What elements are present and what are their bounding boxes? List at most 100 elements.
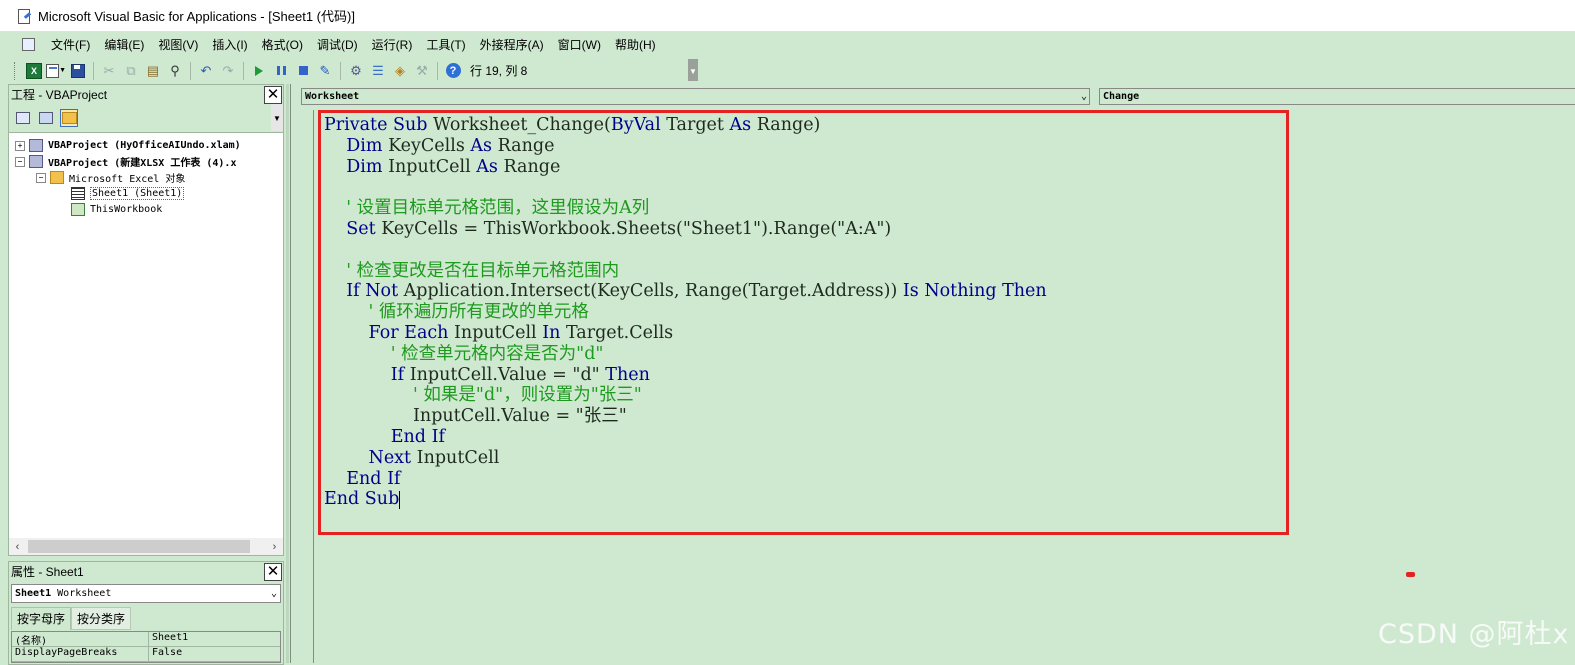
object-browser-icon[interactable]: ◈ xyxy=(390,61,410,81)
scroll-down-icon[interactable]: ▼ xyxy=(271,104,283,131)
code-line[interactable]: ' 检查单元格内容是否为"d" xyxy=(324,344,1284,365)
run-icon[interactable] xyxy=(249,61,269,81)
code-line[interactable]: Set KeyCells = ThisWorkbook.Sheets("Shee… xyxy=(324,219,1284,240)
horizontal-scrollbar[interactable]: ‹ › xyxy=(9,538,283,555)
property-row[interactable]: DisplayPageBreaks False xyxy=(12,647,280,662)
tree-node-project-workbook[interactable]: − VBAProject (新建XLSX 工作表 (4).x xyxy=(15,154,236,169)
code-window-system-icon[interactable] xyxy=(20,36,38,52)
find-icon[interactable]: ⚲ xyxy=(165,61,185,81)
scrollbar-thumb[interactable] xyxy=(28,540,250,553)
menu-edit[interactable]: 编辑(E) xyxy=(97,36,151,53)
vba-project-icon xyxy=(29,155,43,168)
code-line[interactable]: End If xyxy=(324,427,1284,448)
code-keyword: For Each xyxy=(368,322,455,343)
collapse-icon[interactable]: − xyxy=(15,156,25,167)
toolbar-separator xyxy=(93,61,94,80)
property-row[interactable]: (名称) Sheet1 xyxy=(12,632,280,647)
chevron-down-icon[interactable]: ⌄ xyxy=(271,588,277,599)
help-icon[interactable]: ? xyxy=(443,61,463,81)
properties-icon[interactable]: ☰ xyxy=(368,61,388,81)
close-icon[interactable]: ✕ xyxy=(264,85,282,104)
project-explorer-title: 工程 - VBAProject xyxy=(11,88,108,102)
margin-indicator-bar[interactable] xyxy=(291,110,314,663)
code-line[interactable]: If Not Application.Intersect(KeyCells, R… xyxy=(324,281,1284,302)
object-selector[interactable]: Sheet1 Worksheet ⌄ xyxy=(11,584,281,603)
code-line[interactable]: If InputCell.Value = "d" Then xyxy=(324,365,1284,386)
tree-node-sheet1[interactable]: Sheet1 (Sheet1) xyxy=(71,186,185,201)
paste-icon[interactable]: ▤ xyxy=(143,61,163,81)
excel-icon[interactable]: X xyxy=(24,61,44,81)
toolbox-icon[interactable]: ⚒ xyxy=(412,61,432,81)
code-line[interactable]: ' 循环遍历所有更改的单元格 xyxy=(324,302,1284,323)
project-explorer-icon[interactable]: ⚙ xyxy=(346,61,366,81)
view-code-icon[interactable] xyxy=(14,109,32,127)
copy-icon[interactable]: ⧉ xyxy=(121,61,141,81)
code-line[interactable]: End If xyxy=(324,469,1284,490)
expand-icon[interactable]: + xyxy=(15,140,25,151)
tree-node-project-addin[interactable]: + VBAProject (HyOfficeAIUndo.xlam) xyxy=(15,138,241,153)
property-value[interactable]: False xyxy=(149,647,182,661)
code-comment: ' 设置目标单元格范围，这里假设为A列 xyxy=(346,198,650,219)
menu-window[interactable]: 窗口(W) xyxy=(551,36,608,53)
code-editor[interactable]: Private Sub Worksheet_Change(ByVal Targe… xyxy=(324,115,1284,510)
tab-alphabetic[interactable]: 按字母序 xyxy=(11,607,72,630)
menu-insert[interactable]: 插入(I) xyxy=(205,36,254,53)
object-combo[interactable]: Worksheet ⌄ xyxy=(301,88,1090,105)
menu-help[interactable]: 帮助(H) xyxy=(608,36,663,53)
watermark: CSDN @阿杜x xyxy=(1378,619,1570,650)
break-icon[interactable] xyxy=(271,61,291,81)
procedure-combo[interactable]: Change xyxy=(1099,88,1575,105)
reset-icon[interactable] xyxy=(293,61,313,81)
code-line[interactable]: ' 如果是"d"，则设置为"张三" xyxy=(324,385,1284,406)
code-comment: ' 检查更改是否在目标单元格范围内 xyxy=(346,260,620,281)
code-text: InputCell xyxy=(454,322,543,343)
code-line[interactable]: InputCell.Value = "张三" xyxy=(324,406,1284,427)
code-line[interactable] xyxy=(324,240,1284,261)
code-line[interactable]: For Each InputCell In Target.Cells xyxy=(324,323,1284,344)
toggle-folders-icon[interactable] xyxy=(60,109,78,127)
code-line[interactable]: Dim InputCell As Range xyxy=(324,157,1284,178)
scrollbar-track[interactable] xyxy=(26,539,266,554)
undo-icon[interactable]: ↶ xyxy=(196,61,216,81)
menu-run[interactable]: 运行(R) xyxy=(365,36,420,53)
redo-icon[interactable]: ↷ xyxy=(218,61,238,81)
menu-view[interactable]: 视图(V) xyxy=(151,36,205,53)
toolbar-options-icon[interactable]: ▼ xyxy=(688,59,698,81)
view-object-icon[interactable] xyxy=(37,109,55,127)
tree-node-thisworkbook[interactable]: ThisWorkbook xyxy=(71,202,162,217)
panel-splitter[interactable] xyxy=(286,84,289,663)
close-icon[interactable]: ✕ xyxy=(264,562,282,581)
toolbar-grip[interactable] xyxy=(14,61,18,80)
insert-userform-icon[interactable]: ▼ xyxy=(46,61,66,81)
save-icon[interactable] xyxy=(68,61,88,81)
design-mode-icon[interactable]: ✎ xyxy=(315,61,335,81)
tree-node-excel-objects[interactable]: − Microsoft Excel 对象 xyxy=(36,170,185,185)
tree-node-label: VBAProject (HyOfficeAIUndo.xlam) xyxy=(48,140,241,151)
code-line[interactable]: ' 设置目标单元格范围，这里假设为A列 xyxy=(324,198,1284,219)
code-line[interactable] xyxy=(324,177,1284,198)
folder-icon xyxy=(50,171,64,184)
chevron-down-icon[interactable]: ⌄ xyxy=(1081,91,1087,102)
code-line[interactable]: End Sub xyxy=(324,489,1284,510)
cut-icon[interactable]: ✂ xyxy=(99,61,119,81)
code-line[interactable]: ' 检查更改是否在目标单元格范围内 xyxy=(324,261,1284,282)
code-line[interactable]: Private Sub Worksheet_Change(ByVal Targe… xyxy=(324,115,1284,136)
menu-debug[interactable]: 调试(D) xyxy=(310,36,365,53)
menu-file[interactable]: 文件(F) xyxy=(44,36,97,53)
scroll-right-icon[interactable]: › xyxy=(266,541,283,553)
code-line[interactable]: Next InputCell xyxy=(324,448,1284,469)
code-line[interactable]: Dim KeyCells As Range xyxy=(324,136,1284,157)
menu-addins[interactable]: 外接程序(A) xyxy=(473,36,551,53)
code-text: Target.Cells xyxy=(565,322,674,343)
tab-categorized[interactable]: 按分类序 xyxy=(71,607,132,630)
menu-format[interactable]: 格式(O) xyxy=(255,36,310,53)
menu-tools[interactable]: 工具(T) xyxy=(419,36,472,53)
collapse-icon[interactable]: − xyxy=(36,172,46,183)
property-value[interactable]: Sheet1 xyxy=(149,632,188,646)
scroll-left-icon[interactable]: ‹ xyxy=(9,541,26,553)
